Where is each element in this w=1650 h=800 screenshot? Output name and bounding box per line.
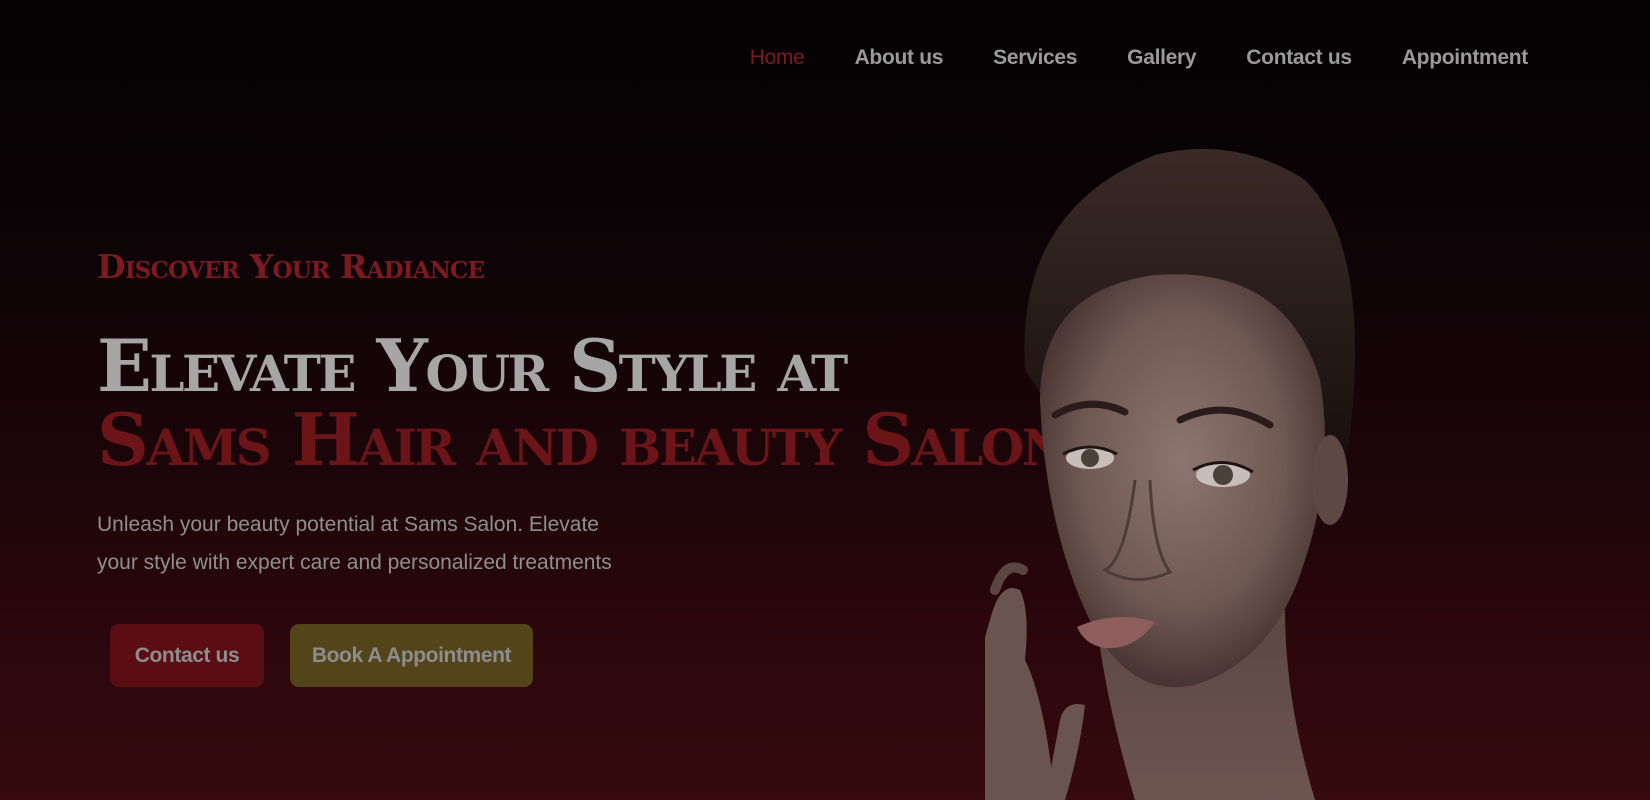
nav-item-appointment[interactable]: Appointment [1402,46,1528,70]
book-appointment-button[interactable]: Book A Appointment [290,624,533,687]
hero-eyebrow: Discover Your Radiance [97,247,485,286]
hero-page: Home About us Services Gallery Contact u… [0,0,1650,800]
main-nav: Home About us Services Gallery Contact u… [700,46,1529,70]
nav-item-contact-us[interactable]: Contact us [1246,46,1352,70]
nav-item-home[interactable]: Home [750,46,805,70]
nav-item-about-us[interactable]: About us [855,46,944,70]
contact-us-button[interactable]: Contact us [110,624,264,687]
nav-item-gallery[interactable]: Gallery [1127,46,1196,70]
woman-portrait-image [985,148,1355,800]
hero-buttons: Contact us Book A Appointment [110,624,533,687]
hero-title-line1: Elevate Your Style at [97,323,848,408]
hero-title-line2: Sams Hair and beauty Salon [97,397,1068,482]
hero-section: Discover Your Radiance Elevate Your Styl… [97,247,1068,582]
hero-description: Unleash your beauty potential at Sams Sa… [97,513,612,574]
nav-item-services[interactable]: Services [993,46,1077,70]
